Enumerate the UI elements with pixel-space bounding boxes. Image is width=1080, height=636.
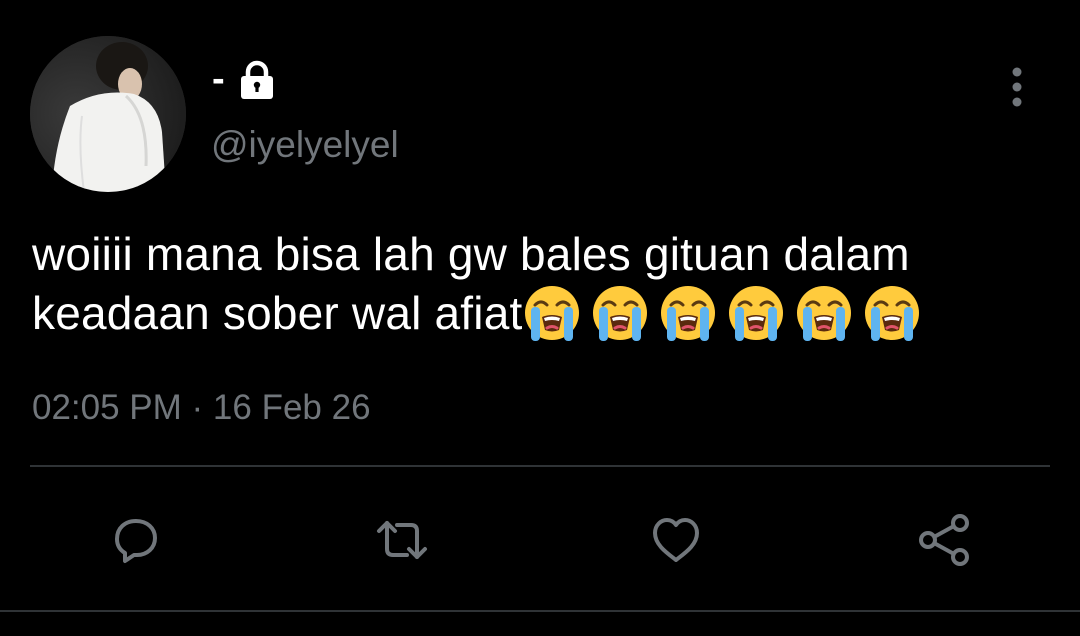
like-button[interactable]: [646, 510, 706, 570]
share-button[interactable]: [915, 510, 975, 570]
tweet-text-line-2-words: keadaan sober wal afiat: [32, 287, 523, 339]
emoji-row: [522, 286, 930, 341]
reply-icon: [115, 519, 157, 563]
tweet-text: woiiii mana bisa lah gw bales gituan dal…: [32, 226, 1072, 343]
tweet-text-line-2: keadaan sober wal afiat: [32, 283, 1072, 343]
divider: [30, 465, 1050, 467]
lock-icon: [237, 60, 277, 100]
tweet-detail-page: - @iyelyelyel woiiii mana bisa lah gw ba…: [0, 0, 1080, 636]
avatar-image: [30, 36, 186, 192]
loudly-crying-face-emoji: [862, 283, 922, 343]
user-handle[interactable]: @iyelyelyel: [211, 124, 399, 166]
share-icon: [919, 514, 969, 566]
more-vertical-icon: [1012, 67, 1022, 107]
retweet-icon: [377, 521, 427, 559]
tweet-text-line-1: woiiii mana bisa lah gw bales gituan dal…: [32, 228, 910, 280]
display-name-row[interactable]: -: [212, 58, 277, 101]
heart-icon: [653, 518, 699, 562]
tweet-timestamp[interactable]: 02:05 PM · 16 Feb 26: [32, 388, 371, 428]
more-options-button[interactable]: [1000, 64, 1034, 110]
loudly-crying-face-emoji: [658, 283, 718, 343]
loudly-crying-face-emoji: [522, 283, 582, 343]
retweet-button[interactable]: [372, 510, 432, 570]
loudly-crying-face-emoji: [726, 283, 786, 343]
loudly-crying-face-emoji: [590, 283, 650, 343]
reply-button[interactable]: [106, 510, 166, 570]
bottom-divider: [0, 610, 1080, 612]
loudly-crying-face-emoji: [794, 283, 854, 343]
display-name[interactable]: -: [212, 58, 225, 101]
avatar[interactable]: [30, 36, 186, 192]
